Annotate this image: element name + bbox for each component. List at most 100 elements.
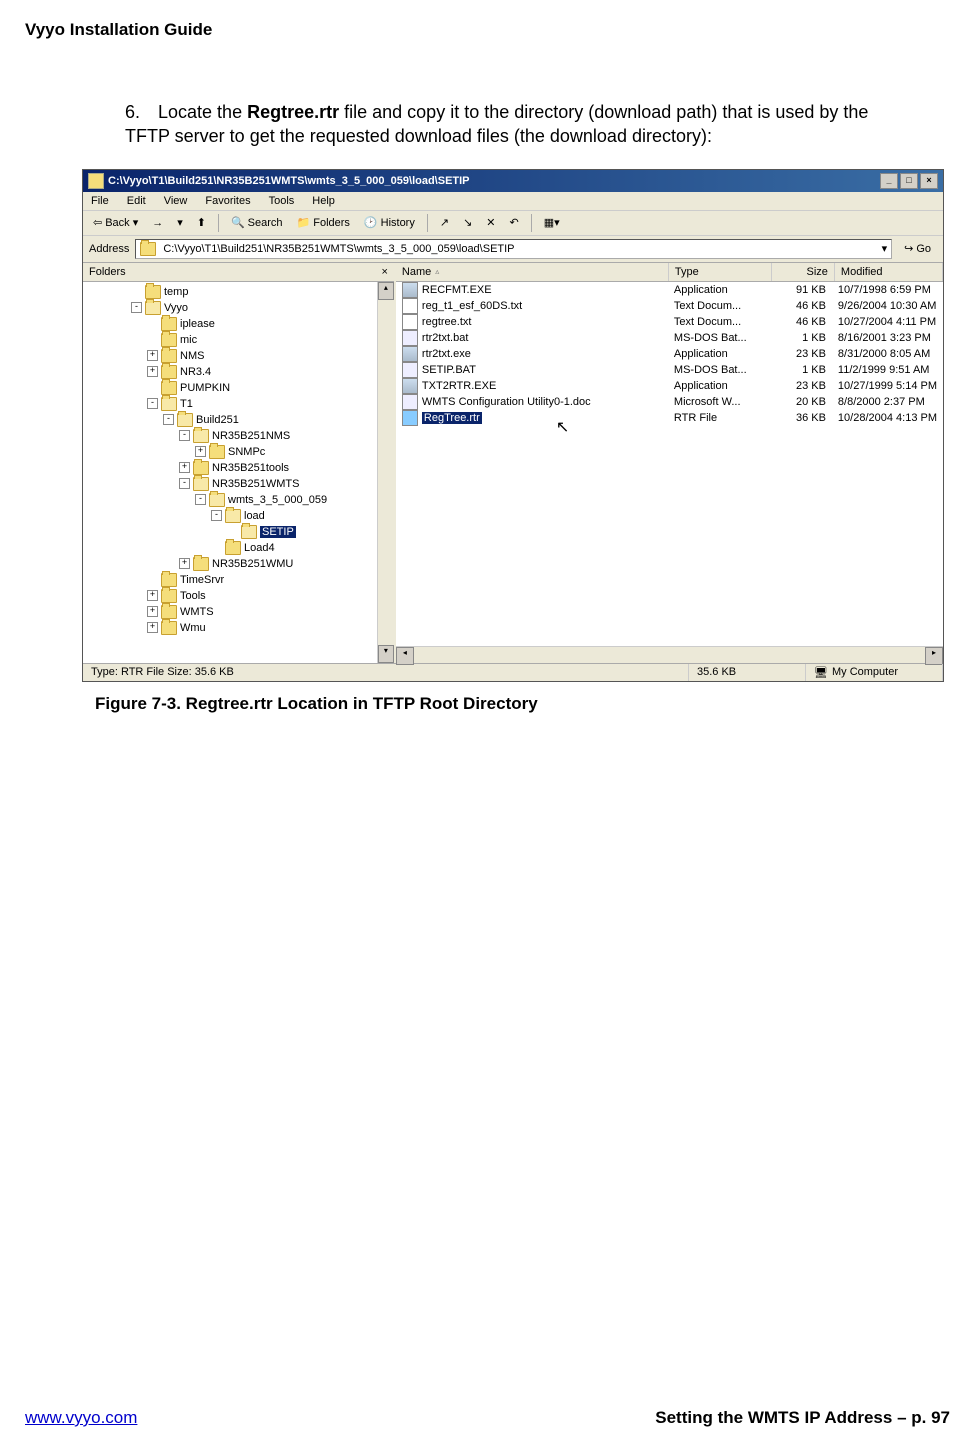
history-button[interactable]: 🕑 History [360, 214, 419, 231]
expand-icon[interactable]: + [179, 462, 190, 473]
file-row[interactable]: RegTree.rtrRTR File36 KB10/28/2004 4:13 … [396, 410, 943, 426]
tree-item[interactable]: -Vyyo [83, 300, 377, 316]
exe-file-icon [402, 346, 418, 362]
menu-help[interactable]: Help [312, 195, 335, 207]
tree-item[interactable]: -Build251 [83, 412, 377, 428]
tree-label: PUMPKIN [180, 382, 230, 394]
file-row[interactable]: RECFMT.EXEApplication91 KB10/7/1998 6:59… [396, 282, 943, 298]
tree-item[interactable]: PUMPKIN [83, 380, 377, 396]
tree-label: NMS [180, 350, 204, 362]
go-button[interactable]: ↪ Go [898, 240, 937, 257]
folder-tree[interactable]: temp-Vyyoipleasemic+NMS+NR3.4PUMPKIN-T1-… [83, 282, 377, 663]
menu-edit[interactable]: Edit [127, 195, 146, 207]
file-modified: 10/27/2004 4:11 PM [832, 316, 943, 328]
tree-item[interactable]: -T1 [83, 396, 377, 412]
tree-item[interactable]: Load4 [83, 540, 377, 556]
views-button[interactable]: ▦▾ [540, 214, 564, 231]
col-name[interactable]: Name ▵ [396, 263, 669, 281]
expand-icon[interactable]: + [147, 606, 158, 617]
tree-item[interactable]: +SNMPc [83, 444, 377, 460]
file-row[interactable]: reg_t1_esf_60DS.txtText Docum...46 KB9/2… [396, 298, 943, 314]
folders-button[interactable]: 📁 Folders [293, 214, 354, 231]
expand-icon[interactable]: + [147, 590, 158, 601]
file-list[interactable]: ↖ RECFMT.EXEApplication91 KB10/7/1998 6:… [396, 282, 943, 646]
delete-icon[interactable]: ✕ [482, 214, 499, 231]
file-modified: 8/31/2000 8:05 AM [832, 348, 943, 360]
expand-icon[interactable]: + [147, 622, 158, 633]
tree-item[interactable]: iplease [83, 316, 377, 332]
tree-item[interactable]: TimeSrvr [83, 572, 377, 588]
fwd-dropdown[interactable]: ▾ [173, 214, 187, 231]
file-size: 23 KB [770, 348, 832, 360]
address-input[interactable]: C:\Vyyo\T1\Build251\NR35B251WMTS\wmts_3_… [135, 239, 892, 259]
maximize-button[interactable]: □ [900, 173, 918, 189]
tree-item[interactable]: + NMS [83, 348, 377, 364]
file-row[interactable]: regtree.txtText Docum...46 KB10/27/2004 … [396, 314, 943, 330]
scroll-up-icon[interactable]: ▴ [378, 282, 394, 300]
window-title: C:\Vyyo\T1\Build251\NR35B251WMTS\wmts_3_… [108, 175, 880, 187]
h-scrollbar[interactable]: ◂ ▸ [396, 646, 943, 663]
col-size[interactable]: Size [772, 263, 835, 281]
collapse-icon[interactable]: - [211, 510, 222, 521]
tree-scrollbar[interactable]: ▴ ▾ [377, 282, 394, 663]
folder-icon [209, 493, 225, 507]
up-button[interactable]: ⬆ [193, 214, 210, 231]
scroll-left-icon[interactable]: ◂ [396, 647, 414, 665]
collapse-icon[interactable]: - [179, 430, 190, 441]
chevron-down-icon[interactable]: ▾ [882, 242, 888, 255]
tree-item[interactable]: +WMTS [83, 604, 377, 620]
toolbar: ⇦ Back ▾ → ▾ ⬆ 🔍 Search 📁 Folders 🕑 Hist… [83, 211, 943, 236]
moveto-icon[interactable]: ↗ [436, 214, 453, 231]
tree-item[interactable]: +NR35B251WMU [83, 556, 377, 572]
menu-favorites[interactable]: Favorites [205, 195, 250, 207]
minimize-button[interactable]: _ [880, 173, 898, 189]
doc-header: Vyyo Installation Guide [25, 20, 950, 40]
tree-label: NR35B251NMS [212, 430, 290, 442]
search-button[interactable]: 🔍 Search [227, 214, 287, 231]
tree-item[interactable]: mic [83, 332, 377, 348]
close-button[interactable]: × [920, 173, 938, 189]
footer-link[interactable]: www.vyyo.com [25, 1408, 137, 1428]
tree-item[interactable]: SETIP [83, 524, 377, 540]
tree-item[interactable]: +NR35B251tools [83, 460, 377, 476]
undo-icon[interactable]: ↶ [506, 214, 523, 231]
collapse-icon[interactable]: - [131, 302, 142, 313]
expand-icon[interactable]: + [179, 558, 190, 569]
tree-item[interactable]: - NR35B251NMS [83, 428, 377, 444]
tree-item[interactable]: -load [83, 508, 377, 524]
file-row[interactable]: SETIP.BATMS-DOS Bat...1 KB11/2/1999 9:51… [396, 362, 943, 378]
tree-label: iplease [180, 318, 215, 330]
menu-file[interactable]: File [91, 195, 109, 207]
tree-item[interactable]: +NR3.4 [83, 364, 377, 380]
tree-item[interactable]: +Wmu [83, 620, 377, 636]
col-modified[interactable]: Modified [835, 263, 943, 281]
expand-icon[interactable]: + [147, 350, 158, 361]
collapse-icon[interactable]: - [179, 478, 190, 489]
expand-icon[interactable]: + [195, 446, 206, 457]
titlebar[interactable]: C:\Vyyo\T1\Build251\NR35B251WMTS\wmts_3_… [83, 170, 943, 192]
menu-tools[interactable]: Tools [269, 195, 295, 207]
file-row[interactable]: WMTS Configuration Utility0-1.docMicroso… [396, 394, 943, 410]
tree-item[interactable]: +Tools [83, 588, 377, 604]
collapse-icon[interactable]: - [147, 398, 158, 409]
tree-item[interactable]: -wmts_3_5_000_059 [83, 492, 377, 508]
collapse-icon[interactable]: - [195, 494, 206, 505]
scroll-down-icon[interactable]: ▾ [378, 645, 394, 663]
folder-icon [161, 573, 177, 587]
close-folders-button[interactable]: × [381, 266, 387, 278]
menu-view[interactable]: View [164, 195, 188, 207]
copyto-icon[interactable]: ↘ [459, 214, 476, 231]
column-headers[interactable]: Name ▵ Type Size Modified [396, 263, 943, 282]
computer-icon: 🖥 [814, 666, 828, 679]
col-type[interactable]: Type [669, 263, 772, 281]
file-row[interactable]: rtr2txt.batMS-DOS Bat...1 KB8/16/2001 3:… [396, 330, 943, 346]
forward-button[interactable]: → [148, 215, 167, 231]
file-row[interactable]: rtr2txt.exeApplication23 KB8/31/2000 8:0… [396, 346, 943, 362]
scroll-right-icon[interactable]: ▸ [925, 647, 943, 665]
collapse-icon[interactable]: - [163, 414, 174, 425]
back-button[interactable]: ⇦ Back ▾ [89, 214, 142, 231]
file-row[interactable]: TXT2RTR.EXEApplication23 KB10/27/1999 5:… [396, 378, 943, 394]
tree-item[interactable]: temp [83, 284, 377, 300]
expand-icon[interactable]: + [147, 366, 158, 377]
tree-item[interactable]: -NR35B251WMTS [83, 476, 377, 492]
